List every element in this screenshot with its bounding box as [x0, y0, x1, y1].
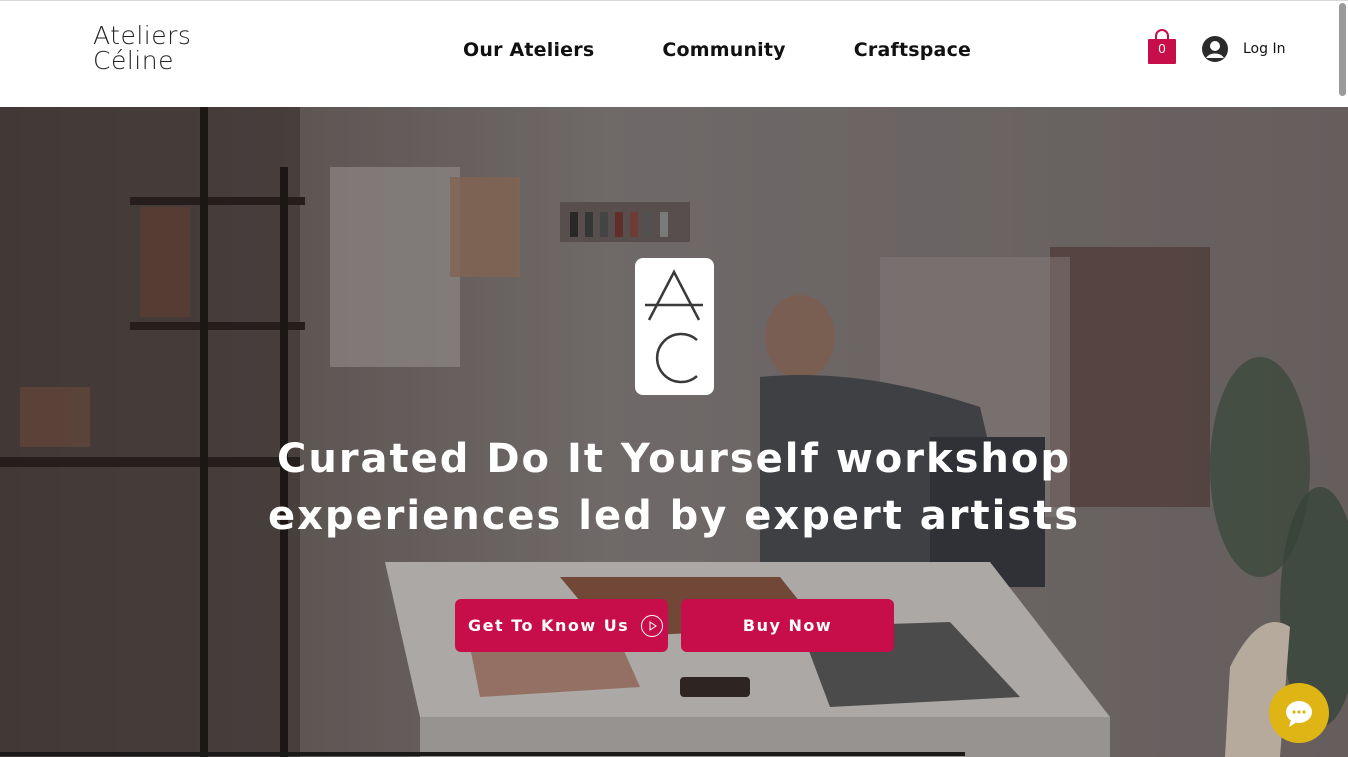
cart-count: 0 — [1158, 41, 1166, 56]
play-circle-icon — [641, 614, 664, 637]
chat-bubble-icon — [1286, 701, 1312, 727]
login-button[interactable]: Log In — [1201, 35, 1285, 63]
get-to-know-us-button[interactable]: Get To Know Us — [455, 599, 668, 652]
hero-headline: Curated Do It Yourself workshop experien… — [0, 431, 1348, 545]
buy-now-button[interactable]: Buy Now — [681, 599, 894, 652]
main-nav: Our Ateliers Community Craftspace — [463, 39, 1039, 61]
nav-craftspace[interactable]: Craftspace — [854, 39, 971, 61]
get-to-know-us-label: Get To Know Us — [468, 616, 630, 635]
hero-headline-line-2: experiences led by expert artists — [267, 493, 1081, 539]
brand-line-1: Ateliers — [93, 21, 192, 50]
video-progress-bar — [0, 752, 965, 756]
site-header: Ateliers Céline Our Ateliers Community C… — [0, 0, 1348, 107]
ac-logo-badge — [635, 258, 714, 395]
hero-headline-line-1: Curated Do It Yourself workshop — [276, 436, 1071, 482]
nav-our-ateliers[interactable]: Our Ateliers — [463, 39, 594, 61]
hero-section: Curated Do It Yourself workshop experien… — [0, 107, 1348, 757]
buy-now-label: Buy Now — [742, 616, 833, 635]
user-avatar-icon — [1202, 36, 1228, 62]
brand-line-2: Céline — [93, 46, 174, 75]
cart-button[interactable]: 0 — [1147, 28, 1177, 64]
nav-community[interactable]: Community — [662, 39, 785, 61]
ac-monogram-icon — [645, 269, 703, 384]
brand-logo[interactable]: Ateliers Céline — [93, 23, 191, 73]
login-label: Log In — [1243, 41, 1286, 57]
page-scrollbar[interactable] — [1339, 3, 1346, 96]
chat-widget-button[interactable] — [1269, 683, 1329, 743]
